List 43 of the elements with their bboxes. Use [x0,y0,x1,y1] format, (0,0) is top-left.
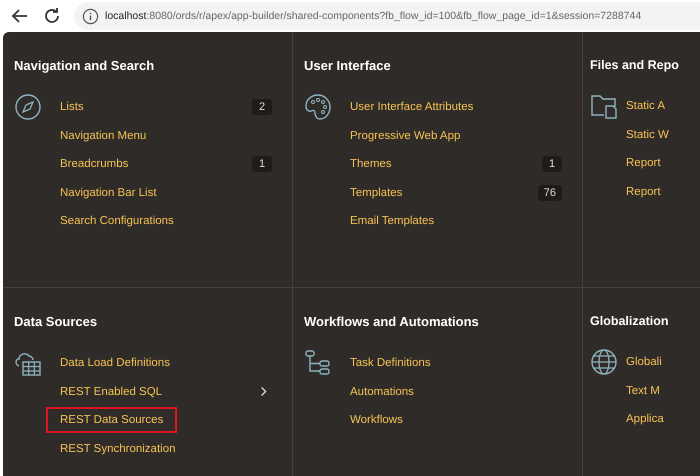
section-title: Workflows and Automations [304,314,480,329]
component-link[interactable]: REST Synchronization [60,438,176,459]
component-link[interactable]: Progressive Web App [350,126,460,146]
section-title: Files and Repo [590,58,680,72]
component-link[interactable]: Report [626,153,661,174]
component-link[interactable]: User Interface Attributes [350,97,474,118]
address-bar[interactable]: localhost:8080/ords/r/apex/app-builder/shared-components?fb_flow_id=100&fb_flow_page_id=1&session=7288744 [74,2,700,30]
component-link[interactable]: Report [626,182,661,202]
count-badge: 2 [252,99,272,116]
component-link[interactable]: Static W [626,124,669,145]
component-link[interactable]: Navigation Menu [60,126,146,146]
component-link[interactable]: Automations [350,382,414,402]
count-badge: 1 [542,156,562,172]
component-link[interactable]: Themes [350,154,392,174]
component-link[interactable]: Email Templates [350,211,434,232]
count-badge: 76 [538,184,562,201]
section-title: User Interface [304,58,392,73]
chevron-icon[interactable] [260,386,268,398]
component-link[interactable]: Templates [350,182,402,203]
section-title: Navigation and Search [14,58,156,73]
component-link[interactable]: Lists [60,97,84,118]
component-link[interactable]: Navigation Bar List [60,182,157,203]
component-link[interactable]: Text M [626,380,660,401]
section-title: Globalization [590,314,670,328]
url-text: localhost:8080/ords/r/apex/app-builder/shared-components?fb_flow_id=100&fb_flow_page_id=1&session=7288744 [105,10,642,22]
compass-icon [14,93,42,121]
component-link[interactable]: Task Definitions [350,353,431,374]
component-link[interactable]: Data Load Definitions [60,353,170,374]
component-link[interactable]: REST Data Sources [48,409,176,432]
component-link[interactable]: Globali [626,352,662,372]
section-title: Data Sources [14,314,98,329]
component-link[interactable]: REST Enabled SQL [60,382,162,402]
component-link[interactable]: Search Configurations [60,211,174,232]
component-link[interactable]: Static A [626,96,665,116]
component-link[interactable]: Applica [626,409,664,430]
info-icon[interactable] [82,8,99,24]
hierarchy-icon [304,349,332,377]
component-link[interactable]: Breadcrumbs [60,154,128,174]
component-link[interactable]: Workflows [350,410,403,430]
count-badge: 1 [252,156,272,172]
reload-icon[interactable] [42,6,62,26]
globe-icon [590,348,618,376]
palette-icon [304,93,332,121]
